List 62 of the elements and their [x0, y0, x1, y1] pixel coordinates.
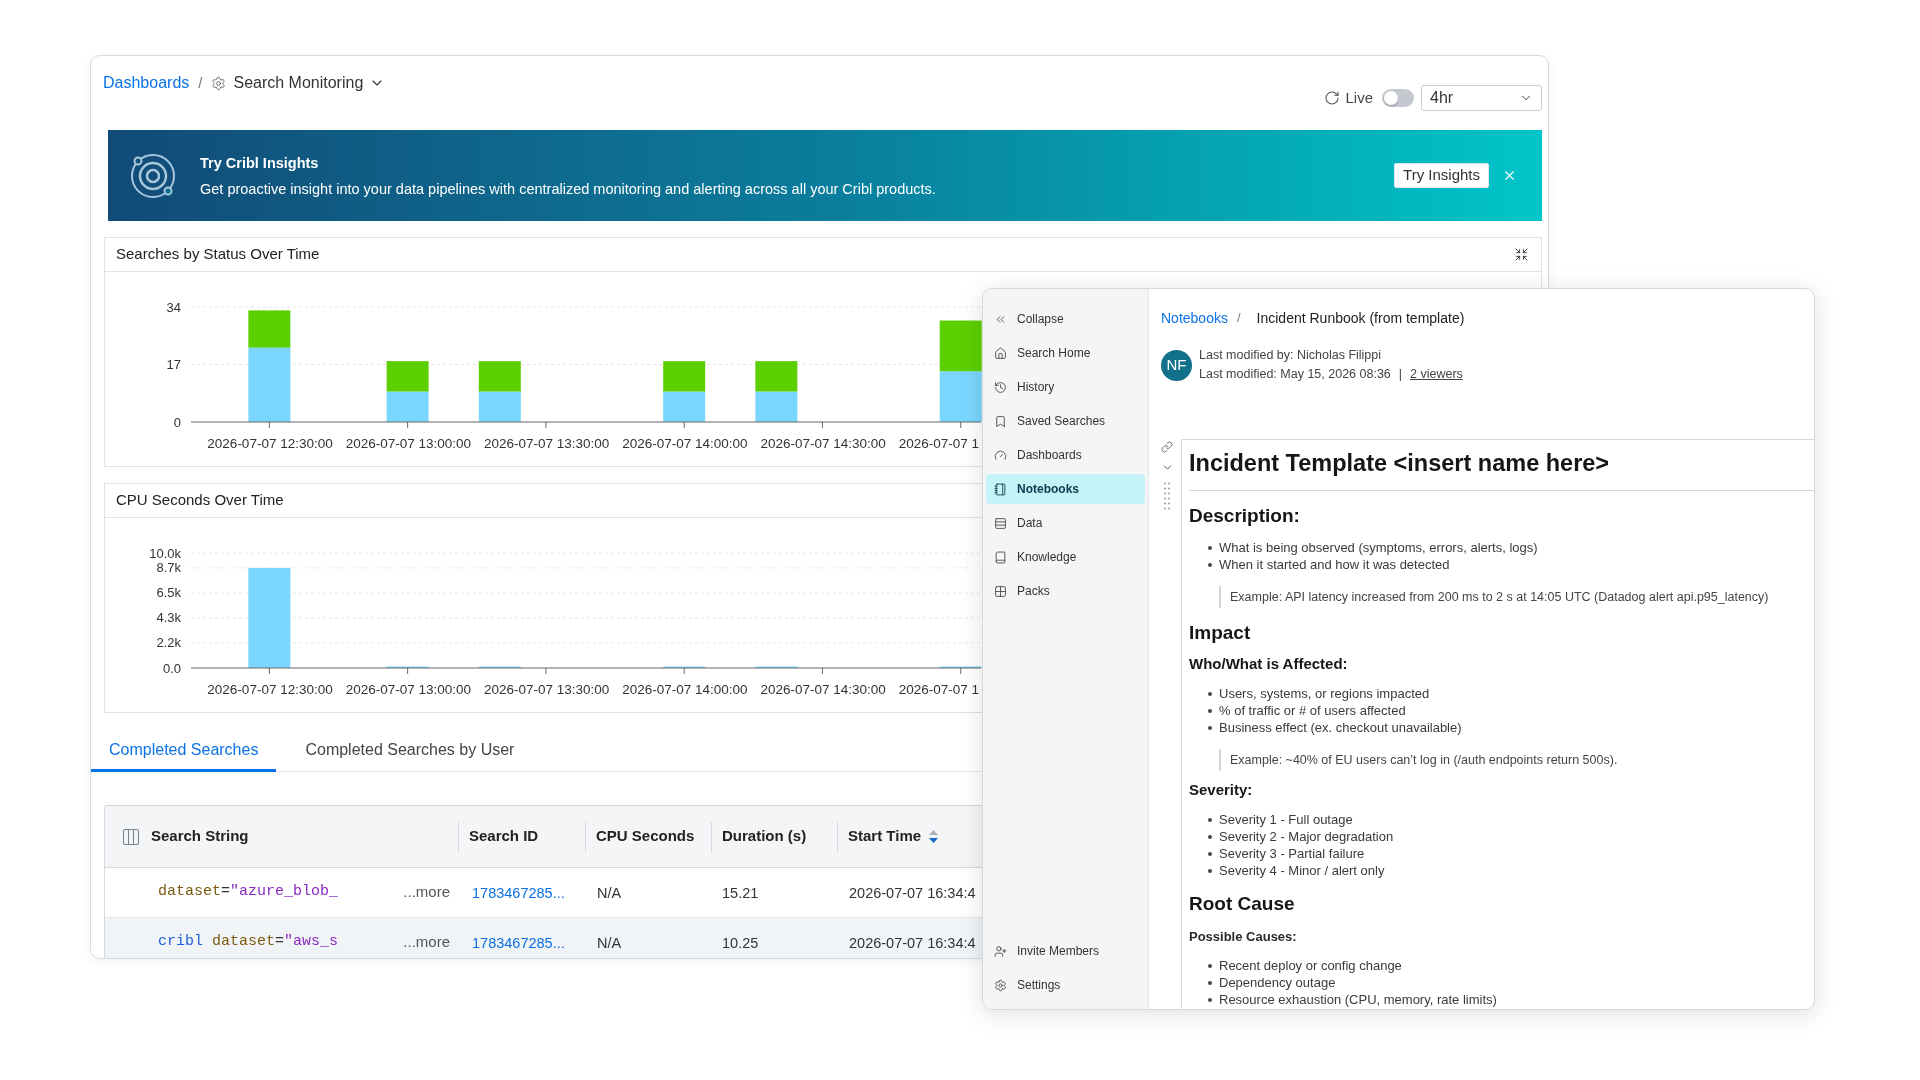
section-heading: Description:	[1189, 504, 1301, 528]
label-heading: Possible Causes:	[1189, 928, 1298, 946]
axis-label: 4.3k	[156, 610, 181, 626]
breadcrumb-separator: /	[198, 72, 203, 93]
table-cell: N/A	[597, 934, 622, 951]
section-heading: Root Cause	[1189, 892, 1296, 916]
table-cell: 15.21	[722, 884, 759, 901]
axis-label: 8.7k	[156, 560, 181, 576]
modified-by-text: Last modified by: Nicholas Filippi	[1199, 347, 1383, 364]
table-cell: 2026-07-07 16:34:4	[849, 884, 976, 901]
subsection-heading: Who/What is Affected:	[1189, 654, 1349, 674]
user-avatar: NF	[1161, 349, 1192, 381]
breadcrumb-separator: /	[1236, 309, 1241, 328]
banner-title: Try Cribl Insights	[200, 153, 320, 173]
axis-label: 10.0k	[149, 545, 181, 561]
list-item-text: Users, systems, or regions impacted	[1219, 685, 1430, 702]
axis-label: 2.2k	[156, 635, 181, 651]
axis-label: 2026-07-07 14:00:00	[622, 682, 748, 697]
banner-text: Get proactive insight into your data pipelines with centralized monitoring and alerting across all your Cribl products.	[200, 179, 936, 199]
axis-label: 2026-07-07 13:30:00	[483, 682, 610, 697]
list-item-text: Severity 2 - Major degradation	[1219, 828, 1394, 845]
axis-label: 0.0	[162, 660, 181, 676]
list-item-text: Severity 4 - Minor / alert only	[1219, 862, 1385, 879]
live-label: Live	[1345, 87, 1373, 108]
quote-text: Example: API latency increased from 200 ms to 2 s at 14:05 UTC (Datadog alert api.p95_latency)	[1219, 586, 1769, 608]
table-cell: N/A	[597, 884, 622, 901]
modified-date-text: Last modified: May 15, 2026 08:36	[1199, 366, 1391, 383]
notebook-title: Incident Template <insert name here>	[1189, 440, 1814, 491]
section-heading: Impact	[1189, 621, 1252, 645]
chart-title: CPU Seconds Over Time	[116, 490, 284, 511]
axis-label: 2026-07-07 13:00:00	[345, 436, 471, 451]
axis-label: 2026-07-07 12:30:00	[207, 682, 333, 697]
list-item-text: Business effect (ex. checkout unavailable)	[1219, 719, 1462, 736]
table-cell: 10.25	[722, 934, 759, 951]
axis-label: 2026-07-07 14:00:00	[622, 436, 748, 451]
quote-text: Example: ~40% of EU users can’t log in (/auth endpoints return 500s).	[1219, 749, 1618, 771]
axis-label: 2026-07-07 1	[898, 436, 980, 451]
axis-label: 2026-07-07 13:30:00	[483, 436, 610, 451]
separator: |	[1398, 366, 1403, 383]
table-cell: 2026-07-07 16:34:4	[849, 934, 976, 951]
search-string: dataset="azure_blob_	[158, 882, 339, 903]
list-item-text: Severity 3 - Partial failure	[1219, 845, 1365, 862]
list-item-text: Dependency outage	[1219, 974, 1336, 991]
chart-title: Searches by Status Over Time	[116, 244, 320, 265]
subsection-heading: Severity:	[1189, 780, 1254, 800]
axis-label: 17	[166, 357, 181, 372]
list-item-text: Resource exhaustion (CPU, memory, rate limits)	[1219, 991, 1497, 1008]
search-string: cribl dataset="aws_s	[158, 932, 339, 953]
axis-label: 6.5k	[156, 585, 181, 601]
axis-label: 0	[173, 414, 181, 430]
list-item-text: What is being observed (symptoms, errors, alerts, logs)	[1219, 539, 1538, 556]
axis-label: 2026-07-07 12:30:00	[207, 436, 333, 451]
axis-label: 34	[166, 299, 181, 315]
list-item-text: When it started and how it was detected	[1219, 556, 1450, 573]
axis-label: 2026-07-07 13:00:00	[345, 682, 471, 697]
list-item-text: Severity 1 - Full outage	[1219, 811, 1353, 828]
notebook-name: Incident Runbook (from template)	[1256, 308, 1465, 328]
list-item-text: Recent deploy or config change	[1219, 957, 1402, 974]
axis-label: 2026-07-07 14:30:00	[760, 682, 886, 697]
list-item-text: % of traffic or # of users affected	[1219, 702, 1406, 719]
axis-label: 2026-07-07 1	[898, 682, 980, 697]
axis-label: 2026-07-07 14:30:00	[760, 436, 886, 451]
